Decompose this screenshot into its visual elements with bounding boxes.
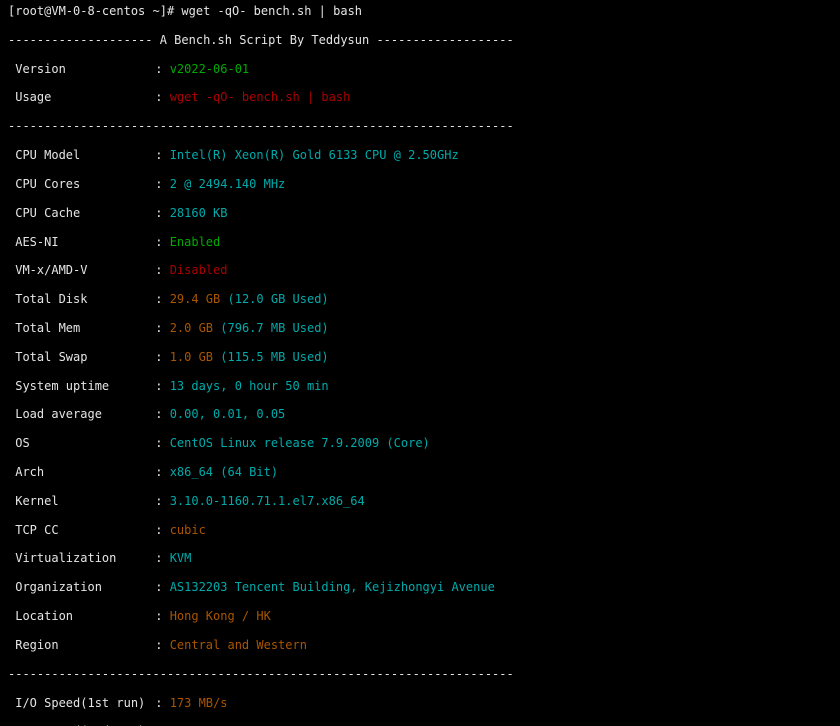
shell-prompt: [root@VM-0-8-centos ~]# — [8, 4, 174, 18]
sys-row: Virtualization: KVM — [8, 551, 832, 565]
label: Location — [15, 609, 155, 623]
sys-row: CPU Cores: 2 @ 2494.140 MHz — [8, 177, 832, 191]
value: 2.0 GB — [170, 321, 213, 335]
sys-row: CPU Cache: 28160 KB — [8, 206, 832, 220]
sys-row: Total Mem: 2.0 GB (796.7 MB Used) — [8, 321, 832, 335]
label: Total Swap — [15, 350, 155, 364]
value: 0.00, 0.01, 0.05 — [170, 407, 286, 421]
sys-row: OS: CentOS Linux release 7.9.2009 (Core) — [8, 436, 832, 450]
label: Total Mem — [15, 321, 155, 335]
label: Arch — [15, 465, 155, 479]
label: AES-NI — [15, 235, 155, 249]
sys-row: Location: Hong Kong / HK — [8, 609, 832, 623]
io-row: I/O Speed(1st run): 173 MB/s — [8, 696, 832, 710]
value-extra: (115.5 MB Used) — [220, 350, 328, 364]
label: Total Disk — [15, 292, 155, 306]
sys-row: Region: Central and Western — [8, 638, 832, 652]
value: x86_64 (64 Bit) — [170, 465, 278, 479]
value: 29.4 GB — [170, 292, 221, 306]
value: 2 @ 2494.140 MHz — [170, 177, 286, 191]
label: TCP CC — [15, 523, 155, 537]
value: wget -qO- bench.sh | bash — [170, 90, 351, 104]
label: CPU Cores — [15, 177, 155, 191]
sys-row: Total Swap: 1.0 GB (115.5 MB Used) — [8, 350, 832, 364]
value-extra: (796.7 MB Used) — [220, 321, 328, 335]
sys-row: Organization: AS132203 Tencent Building,… — [8, 580, 832, 594]
header-line: -------------------- A Bench.sh Script B… — [8, 33, 832, 47]
sys-row: Total Disk: 29.4 GB (12.0 GB Used) — [8, 292, 832, 306]
value: AS132203 Tencent Building, Kejizhongyi A… — [170, 580, 495, 594]
label: CPU Model — [15, 148, 155, 162]
label: Load average — [15, 407, 155, 421]
terminal[interactable]: [root@VM-0-8-centos ~]# wget -qO- bench.… — [0, 0, 840, 726]
value: v2022-06-01 — [170, 62, 249, 76]
value: cubic — [170, 523, 206, 537]
value: 13 days, 0 hour 50 min — [170, 379, 329, 393]
rule: ----------------------------------------… — [8, 119, 832, 133]
prompt-line: [root@VM-0-8-centos ~]# wget -qO- bench.… — [8, 4, 832, 18]
label: Version — [15, 62, 155, 76]
sys-row: TCP CC: cubic — [8, 523, 832, 537]
label: Region — [15, 638, 155, 652]
label: Organization — [15, 580, 155, 594]
label: I/O Speed(1st run) — [15, 696, 155, 710]
sys-row: CPU Model: Intel(R) Xeon(R) Gold 6133 CP… — [8, 148, 832, 162]
value: 1.0 GB — [170, 350, 213, 364]
value: CentOS Linux release 7.9.2009 (Core) — [170, 436, 430, 450]
meta-version: Version: v2022-06-01 — [8, 62, 832, 76]
rule: ----------------------------------------… — [8, 667, 832, 681]
value-extra: (12.0 GB Used) — [228, 292, 329, 306]
value: Hong Kong / HK — [170, 609, 271, 623]
value: Intel(R) Xeon(R) Gold 6133 CPU @ 2.50GHz — [170, 148, 459, 162]
value: 173 MB/s — [170, 696, 228, 710]
label: Kernel — [15, 494, 155, 508]
value: 28160 KB — [170, 206, 228, 220]
sys-row: System uptime: 13 days, 0 hour 50 min — [8, 379, 832, 393]
label: System uptime — [15, 379, 155, 393]
label: VM-x/AMD-V — [15, 263, 155, 277]
value: KVM — [170, 551, 192, 565]
label: Usage — [15, 90, 155, 104]
meta-usage: Usage: wget -qO- bench.sh | bash — [8, 90, 832, 104]
command-text: wget -qO- bench.sh | bash — [181, 4, 362, 18]
value: 3.10.0-1160.71.1.el7.x86_64 — [170, 494, 365, 508]
value: Central and Western — [170, 638, 307, 652]
sys-row: AES-NI: Enabled — [8, 235, 832, 249]
value: Disabled — [170, 263, 228, 277]
value: Enabled — [170, 235, 221, 249]
sys-row: Arch: x86_64 (64 Bit) — [8, 465, 832, 479]
label: CPU Cache — [15, 206, 155, 220]
sys-row: VM-x/AMD-V: Disabled — [8, 263, 832, 277]
sys-row: Load average: 0.00, 0.01, 0.05 — [8, 407, 832, 421]
sys-row: Kernel: 3.10.0-1160.71.1.el7.x86_64 — [8, 494, 832, 508]
label: Virtualization — [15, 551, 155, 565]
label: OS — [15, 436, 155, 450]
